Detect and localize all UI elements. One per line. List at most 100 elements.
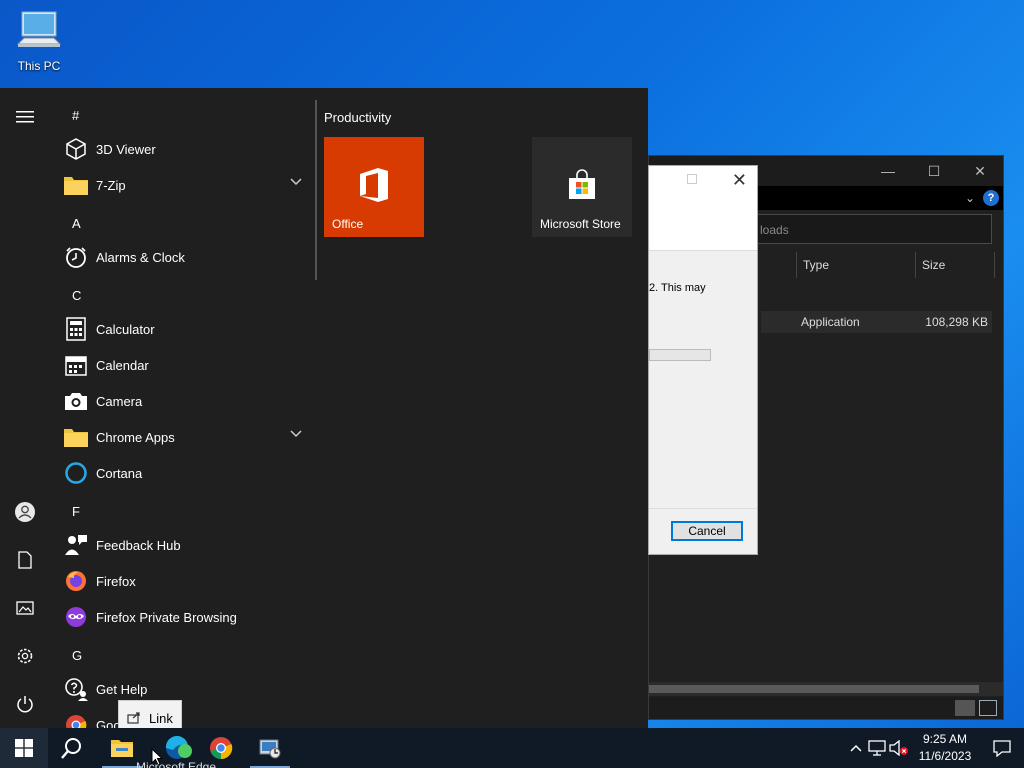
chevron-down-icon[interactable]: ⌄ [965,191,975,205]
firefox-private-icon [63,604,89,630]
app-name: Cortana [96,465,143,481]
edge-label-ghost: Microsoft Edge [136,760,217,768]
chevron-down-icon[interactable] [290,430,302,438]
maximize-icon[interactable]: ☐ [911,163,957,180]
app-list[interactable]: # 3D Viewer 7-Zip A Alarms & Clock C Cal… [58,88,308,728]
chevron-up-icon[interactable] [846,744,866,752]
start-menu: # 3D Viewer 7-Zip A Alarms & Clock C Cal… [0,88,648,728]
app-name: 3D Viewer [96,141,156,157]
taskbar-installer-app[interactable] [246,728,294,768]
app-chrome-apps[interactable]: Chrome Apps [58,419,308,455]
letter-header-f[interactable]: F [72,504,80,519]
desktop-icon-this-pc[interactable]: This PC [8,8,70,78]
app-name: Chrome Apps [96,429,175,445]
start-button[interactable] [0,728,48,768]
app-3d-viewer[interactable]: 3D Viewer [58,131,308,167]
app-name: Camera [96,393,143,409]
chrome-icon [63,712,89,728]
letter-header-hash[interactable]: # [72,108,79,123]
app-name: 7-Zip [96,177,126,193]
hamburger-icon[interactable] [13,105,37,129]
app-cortana[interactable]: Cortana [58,455,308,491]
app-name: Calculator [96,321,155,337]
feedback-icon [63,532,89,558]
app-name: Calendar [96,357,149,373]
app-name: Get Help [96,681,148,697]
windows-logo-icon [15,739,33,757]
folder-icon [63,172,89,198]
app-camera[interactable]: Camera [58,383,308,419]
clock-date: 11/6/2023 [918,749,972,763]
clock-icon [63,244,89,270]
cancel-button[interactable]: Cancel [671,521,743,541]
app-name: Firefox [96,573,136,589]
store-bag-icon [569,169,595,199]
system-tray: 9:25 AM 11/6/2023 [846,728,1024,768]
app-calendar[interactable]: Calendar [58,347,308,383]
app-google-chrome[interactable]: Goo [58,707,308,728]
calendar-icon [63,352,89,378]
clock-time: 9:25 AM [922,732,968,746]
edge-icon [165,736,192,759]
search-box[interactable]: loads [749,214,992,244]
column-header-type[interactable]: Type [796,252,916,278]
progress-dialog[interactable]: ✕ 2. This may Cancel [648,165,758,555]
cube-icon [63,136,89,162]
help-person-icon [63,676,89,702]
calculator-icon [63,316,89,342]
app-name: Feedback Hub [96,537,181,553]
chevron-down-icon[interactable] [290,178,302,186]
folder-icon [63,424,89,450]
dialog-message: 2. This may [649,282,706,294]
tile-office[interactable]: Office [324,137,424,237]
tooltip-label: Link [149,710,173,726]
app-7-zip[interactable]: 7-Zip [58,167,308,203]
close-icon[interactable]: ✕ [957,163,1003,180]
computer-icon [16,11,62,47]
dialog-header: ✕ [649,166,757,251]
action-center-icon[interactable] [980,739,1024,757]
app-name: Goo [96,717,121,729]
app-feedback-hub[interactable]: Feedback Hub [58,527,308,563]
tile-microsoft-store[interactable]: Microsoft Store [532,137,632,237]
app-firefox-private[interactable]: Firefox Private Browsing [58,599,308,635]
camera-icon [63,388,89,414]
status-bar [649,697,1003,719]
volume-muted-icon[interactable] [888,740,910,756]
power-icon[interactable] [13,692,37,716]
progress-bar [649,349,711,361]
open-link-icon [127,712,140,724]
minimize-icon[interactable]: — [865,163,911,179]
tiles-view-icon[interactable] [979,700,997,716]
settings-gear-icon[interactable] [13,644,37,668]
documents-icon[interactable] [13,548,37,572]
details-view-icon[interactable] [955,700,975,716]
start-divider [315,100,317,280]
office-icon [360,168,388,202]
horizontal-scrollbar[interactable] [649,682,1003,696]
search-icon [61,738,81,759]
network-icon[interactable] [866,740,888,756]
installer-icon [259,739,281,759]
file-row[interactable]: Application 108,298 KB [761,311,992,333]
letter-header-g[interactable]: G [72,648,82,663]
tile-label: Office [332,217,364,231]
search-button[interactable] [48,728,96,768]
letter-header-a[interactable]: A [72,216,81,231]
letter-header-c[interactable]: C [72,288,81,303]
column-header-size[interactable]: Size [915,252,995,278]
close-icon[interactable]: ✕ [732,170,747,191]
app-alarms-clock[interactable]: Alarms & Clock [58,239,308,275]
pictures-icon[interactable] [13,596,37,620]
app-firefox[interactable]: Firefox [58,563,308,599]
firefox-icon [63,568,89,594]
user-icon[interactable] [13,500,37,524]
help-icon[interactable]: ? [983,190,999,206]
app-calculator[interactable]: Calculator [58,311,308,347]
this-pc-label: This PC [17,59,61,73]
maximize-icon [687,174,697,184]
start-rail [0,88,50,728]
clock[interactable]: 9:25 AM 11/6/2023 [910,731,980,765]
tile-group-title[interactable]: Productivity [324,110,391,125]
app-get-help[interactable]: Get Help [58,671,308,707]
